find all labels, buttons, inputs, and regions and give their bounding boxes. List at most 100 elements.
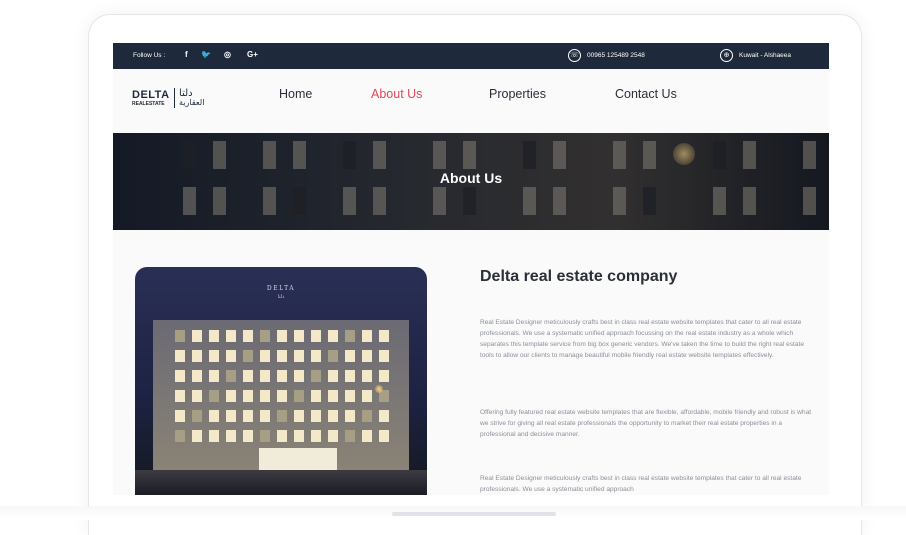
building-window — [328, 430, 338, 442]
building-window — [277, 430, 287, 442]
phone-contact[interactable]: ☏ 00965 125489 2548 — [568, 49, 645, 62]
company-building-photo: DELTA دلتا — [135, 267, 427, 495]
building-window — [226, 330, 236, 342]
building-window — [294, 350, 304, 362]
nav-home[interactable]: Home — [279, 87, 312, 101]
building-window — [260, 410, 270, 422]
building-window — [345, 350, 355, 362]
building-window — [192, 390, 202, 402]
instagram-icon[interactable]: ◎ — [224, 49, 231, 61]
website-screen: Follow Us : f 🐦 ◎ G+ ☏ 00965 125489 2548… — [113, 43, 829, 495]
location-contact[interactable]: ⊕ Kuwait - Alshaeea — [720, 49, 791, 62]
building-window — [328, 330, 338, 342]
building-window — [311, 410, 321, 422]
building-window — [175, 330, 185, 342]
building-window — [192, 350, 202, 362]
photo-street-light — [375, 385, 383, 393]
building-window — [260, 430, 270, 442]
building-window — [243, 390, 253, 402]
building-window — [277, 370, 287, 382]
building-window — [192, 430, 202, 442]
building-window — [226, 370, 236, 382]
building-window — [192, 370, 202, 382]
building-window — [311, 350, 321, 362]
building-window — [209, 330, 219, 342]
building-window — [362, 330, 372, 342]
logo-arabic-bottom: العقارية — [179, 98, 205, 108]
facebook-icon[interactable]: f — [185, 49, 188, 61]
building-window — [192, 330, 202, 342]
building-window — [175, 430, 185, 442]
building-window — [243, 430, 253, 442]
building-window — [379, 430, 389, 442]
building-window — [294, 410, 304, 422]
phone-number: 00965 125489 2548 — [587, 52, 645, 59]
building-window — [294, 330, 304, 342]
building-window — [362, 350, 372, 362]
about-paragraph-1: Real Estate Designer meticulously crafts… — [480, 319, 805, 359]
top-bar: Follow Us : f 🐦 ◎ G+ ☏ 00965 125489 2548… — [113, 43, 829, 69]
nav-about-us[interactable]: About Us — [371, 87, 422, 101]
building-window — [311, 330, 321, 342]
building-window — [362, 430, 372, 442]
logo-divider — [173, 88, 176, 108]
building-window — [260, 370, 270, 382]
building-window — [362, 370, 372, 382]
building-window — [260, 390, 270, 402]
building-window — [328, 410, 338, 422]
site-logo[interactable]: DELTA REALESTATE دلتا العقارية — [132, 88, 204, 108]
building-window — [345, 370, 355, 382]
building-window — [345, 430, 355, 442]
building-window — [209, 430, 219, 442]
page-banner: About Us — [113, 133, 829, 230]
building-window — [294, 430, 304, 442]
location-icon: ⊕ — [720, 49, 733, 62]
building-window — [379, 350, 389, 362]
nav-contact-us[interactable]: Contact Us — [615, 87, 677, 101]
building-window — [226, 390, 236, 402]
main-navigation: DELTA REALESTATE دلتا العقارية Home Abou… — [113, 69, 829, 133]
building-window — [328, 370, 338, 382]
photo-brand-text: DELTA — [266, 285, 296, 292]
logo-main-text: DELTA — [132, 88, 170, 101]
building-window — [175, 350, 185, 362]
building-window — [379, 370, 389, 382]
google-plus-icon[interactable]: G+ — [247, 49, 258, 61]
building-window — [379, 410, 389, 422]
building-window — [209, 350, 219, 362]
building-window — [328, 350, 338, 362]
photo-ground — [135, 470, 427, 495]
home-indicator — [392, 512, 556, 516]
building-window — [243, 370, 253, 382]
nav-properties[interactable]: Properties — [489, 87, 546, 101]
building-window — [345, 390, 355, 402]
photo-building — [153, 320, 409, 495]
building-window — [379, 330, 389, 342]
building-window — [345, 330, 355, 342]
building-window — [311, 390, 321, 402]
building-window — [328, 390, 338, 402]
building-window — [311, 430, 321, 442]
building-window — [345, 410, 355, 422]
twitter-icon[interactable]: 🐦 — [201, 49, 211, 61]
building-window — [209, 410, 219, 422]
logo-arabic: دلتا العقارية — [179, 88, 204, 108]
building-window — [192, 410, 202, 422]
building-window — [260, 330, 270, 342]
building-window — [243, 350, 253, 362]
building-window — [209, 370, 219, 382]
building-window — [277, 350, 287, 362]
building-window — [226, 430, 236, 442]
building-window — [175, 390, 185, 402]
banner-title: About Us — [439, 170, 503, 186]
building-window — [243, 330, 253, 342]
building-window — [175, 410, 185, 422]
photo-brand-arabic: دلتا — [277, 294, 285, 300]
location-text: Kuwait - Alshaeea — [739, 52, 792, 59]
follow-us-label: Follow Us : — [133, 52, 166, 59]
building-window — [277, 390, 287, 402]
building-window — [277, 410, 287, 422]
building-window — [362, 410, 372, 422]
building-window — [226, 350, 236, 362]
about-paragraph-3: Real Estate Designer meticulously crafts… — [480, 475, 802, 493]
